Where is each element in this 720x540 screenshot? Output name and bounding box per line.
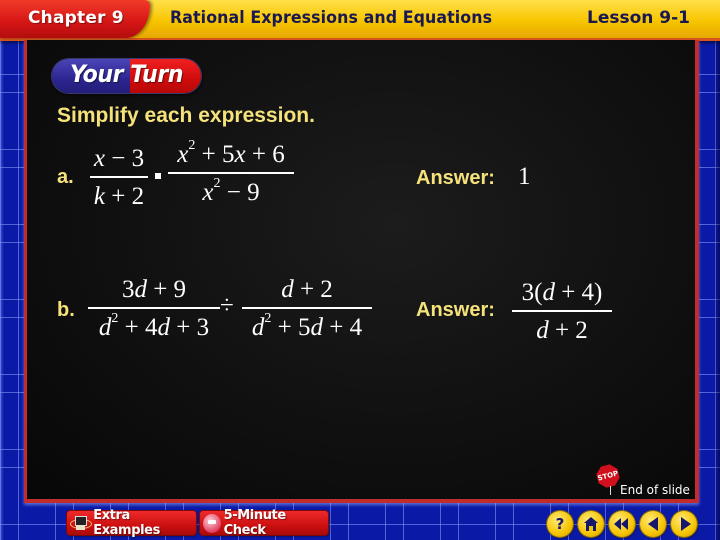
answer-denominator: d + 2 [536,317,588,344]
denominator: d2 + 4d + 3 [98,311,210,341]
extra-examples-label: Extra Examples [93,508,160,538]
computer-icon [70,514,92,532]
frame-edge-left [0,0,4,540]
fraction-bar [512,310,612,312]
first-slide-button[interactable] [609,511,635,537]
problem-a-right-fraction: x2 + 5x + 6 x2 − 9 [168,138,294,206]
previous-slide-button[interactable] [640,511,666,537]
chapter-tab: Chapter 9 [0,0,150,38]
problem-a-answer-label: Answer: [416,167,495,189]
answer-numerator: 3(d + 4) [521,279,603,306]
fraction-bar [88,307,220,309]
question-mark-icon: ? [555,515,565,533]
numerator: x2 + 5x + 6 [177,138,285,168]
your-turn-label: Your Turn [70,60,184,88]
next-slide-button[interactable] [671,511,697,537]
stop-sign-pole [610,486,611,495]
numerator: d + 2 [281,276,333,303]
denominator: k + 2 [93,183,145,210]
five-minute-check-button[interactable]: 5-Minute Check [200,508,328,538]
home-button[interactable] [578,511,604,537]
clock-icon [203,513,221,533]
lesson-number: Lesson 9-1 [586,8,690,28]
divide-operator: ÷ [220,292,234,319]
fraction-bar [242,307,372,309]
five-minute-check-label: 5-Minute Check [223,508,287,538]
numerator: 3d + 9 [121,276,187,303]
instructions: Simplify each expression. [57,104,315,127]
rewind-icon [614,518,628,530]
previous-arrow-icon [648,517,658,531]
denominator: d2 + 5d + 4 [251,311,363,341]
problem-b-left-fraction: 3d + 9 d2 + 4d + 3 [88,277,220,340]
help-button[interactable]: ? [547,511,573,537]
denominator: x2 − 9 [202,176,260,206]
problem-b-label: b. [57,299,75,321]
problem-a-answer: 1 [518,163,531,190]
problem-b-answer: 3(d + 4) d + 2 [512,280,612,343]
problem-a-label: a. [57,166,74,188]
home-icon [584,517,598,531]
chapter-label: Chapter 9 [28,8,124,28]
numerator: x − 3 [93,145,145,172]
fraction-bar [90,176,148,178]
problem-b-right-fraction: d + 2 d2 + 5d + 4 [242,277,372,340]
frame-edge-right [714,0,720,540]
fraction-bar [168,172,294,174]
multiply-dot-icon [155,173,161,179]
header-bar: Chapter 9 Rational Expressions and Equat… [0,0,720,41]
chapter-title: Rational Expressions and Equations [170,8,493,28]
next-arrow-icon [680,517,691,531]
end-of-slide-label: End of slide [620,483,690,497]
problem-a-left-fraction: x − 3 k + 2 [90,146,148,209]
problem-b-answer-label: Answer: [416,299,495,321]
extra-examples-button[interactable]: Extra Examples [67,508,196,538]
